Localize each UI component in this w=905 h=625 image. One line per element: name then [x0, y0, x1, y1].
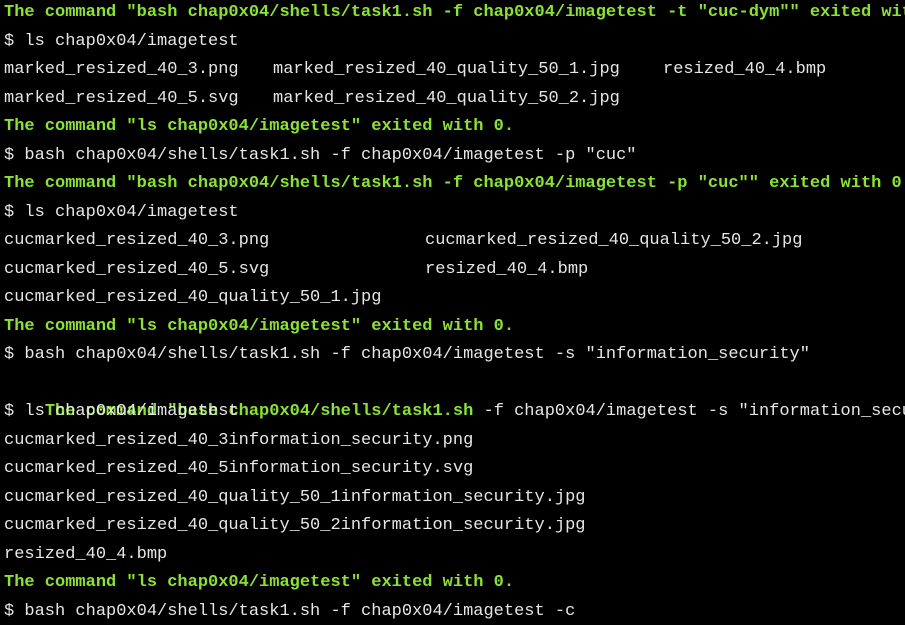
output-line: resized_40_4.bmp: [4, 541, 167, 570]
file-entry: marked_resized_40_quality_50_1.jpg: [273, 60, 620, 79]
prompt-line: $ ls chap0x04/imagetest: [4, 31, 239, 51]
file-entry: marked_resized_40_5.svg: [4, 88, 239, 108]
output-line: cucmarked_resized_40_quality_50_1.jpg: [4, 284, 381, 313]
output-line: cucmarked_resized_40_quality_50_2informa…: [4, 512, 586, 541]
status-args: -f chap0x04/imagetest -s "information_se…: [483, 402, 905, 421]
file-entry: cucmarked_resized_40_quality_50_1.jpg: [4, 288, 382, 307]
file-entry: cucmarked_resized_40_3information_securi…: [4, 430, 474, 450]
prompt-line: $ bash chap0x04/shells/task1.sh -f chap0…: [4, 345, 810, 364]
file-entry: resized_40_4.bmp: [425, 259, 589, 279]
file-entry: cucmarked_resized_40_quality_50_2.jpg: [425, 231, 803, 250]
output-line: cucmarked_resized_40_5information_securi…: [4, 455, 473, 484]
prompt-line: $ ls chap0x04/imagetest: [4, 202, 239, 222]
file-entry: cucmarked_resized_40_5information_securi…: [4, 459, 474, 478]
terminal-window[interactable]: The command "bash chap0x04/shells/task1.…: [0, 0, 905, 625]
output-line: cucmarked_resized_40_5.svg resized_40_4.…: [4, 256, 588, 285]
status-line: The command "ls chap0x04/imagetest" exit…: [4, 316, 515, 336]
file-entry: cucmarked_resized_40_quality_50_1informa…: [4, 487, 586, 507]
file-entry: resized_40_4.bmp: [4, 544, 168, 564]
status-line: The command "bash chap0x04/shells/task1.…: [4, 174, 905, 193]
output-line: cucmarked_resized_40_3.png cucmarked_res…: [4, 227, 802, 256]
file-entry: cucmarked_resized_40_5.svg: [4, 259, 270, 279]
file-entry: marked_resized_40_3.png: [4, 60, 239, 79]
output-line: cucmarked_resized_40_quality_50_1informa…: [4, 484, 586, 513]
status-line: The command "ls chap0x04/imagetest" exit…: [4, 117, 515, 136]
file-entry: cucmarked_resized_40_quality_50_2informa…: [4, 516, 586, 535]
status-line: The command "bash chap0x04/shells/task1.…: [4, 3, 905, 22]
prompt-line: $ bash chap0x04/shells/task1.sh -f chap0…: [4, 145, 637, 165]
file-entry: resized_40_4.bmp: [663, 60, 827, 79]
output-line: marked_resized_40_5.svg marked_resized_4…: [4, 85, 620, 114]
file-entry: marked_resized_40_quality_50_2.jpg: [273, 88, 620, 108]
output-line: cucmarked_resized_40_3information_securi…: [4, 427, 473, 456]
prompt-line: $ bash chap0x04/shells/task1.sh -f chap0…: [4, 601, 576, 621]
output-line: marked_resized_40_3.png marked_resized_4…: [4, 56, 826, 85]
status-line: The command "bash chap0x04/shells/task1.…: [4, 370, 905, 421]
prompt-line: $ ls chap0x04/imagetest: [4, 402, 239, 421]
file-entry: cucmarked_resized_40_3.png: [4, 231, 270, 250]
status-line: The command "ls chap0x04/imagetest" exit…: [4, 573, 515, 592]
